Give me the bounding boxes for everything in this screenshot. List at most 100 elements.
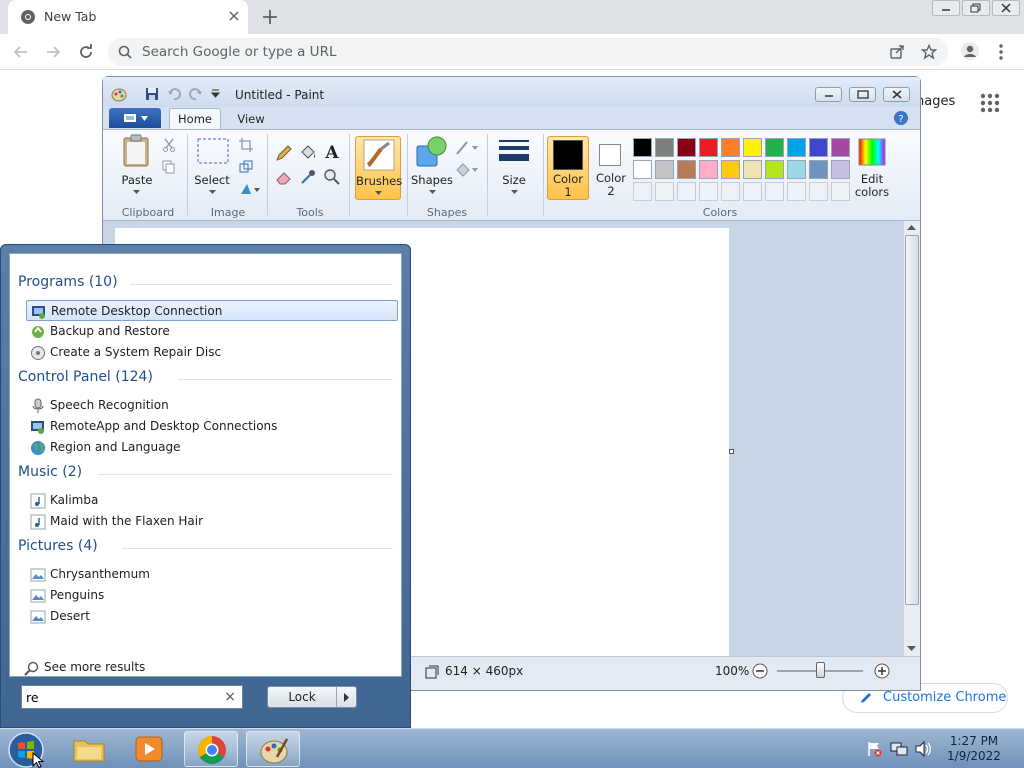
custom-color-slot[interactable] [677,182,696,201]
redo-icon[interactable] [189,87,203,101]
paint-close-icon[interactable] [883,87,910,102]
taskbar-clock[interactable]: 1:27 PM 1/9/2022 [944,734,1004,764]
palette-swatch[interactable] [765,138,784,157]
tab-close-icon[interactable] [226,8,242,24]
color2-button[interactable]: Color 2 [593,136,629,200]
minimize-icon[interactable] [932,0,960,16]
palette-swatch[interactable] [721,160,740,179]
color1-button[interactable]: Color 1 [547,136,589,200]
zoom-out-icon[interactable] [752,663,768,679]
magnifier-icon[interactable] [323,168,341,186]
palette-swatch[interactable] [677,160,696,179]
search-result-item[interactable]: RemoteApp and Desktop Connections [26,416,398,437]
fill-bucket-icon[interactable] [299,144,317,162]
share-icon[interactable] [889,44,905,60]
tab-home[interactable]: Home [169,108,221,129]
undo-icon[interactable] [167,87,181,101]
palette-swatch[interactable] [831,160,850,179]
result-category-heading[interactable]: Control Panel (124) [18,369,153,385]
palette-swatch[interactable] [677,138,696,157]
palette-swatch[interactable] [743,138,762,157]
palette-swatch[interactable] [633,138,652,157]
search-result-item[interactable]: Kalimba [26,490,398,511]
shapes-dropdown-icon[interactable] [429,190,436,194]
search-result-item[interactable]: Remote Desktop Connection [26,300,398,321]
custom-color-slot[interactable] [787,182,806,201]
select-icon[interactable] [197,138,229,164]
paste-icon[interactable] [121,134,151,168]
scroll-down-icon[interactable] [907,646,916,651]
result-category-heading[interactable]: Music (2) [18,464,82,480]
canvas-resize-handle[interactable] [729,449,734,454]
custom-color-slot[interactable] [633,182,652,201]
palette-swatch[interactable] [809,138,828,157]
shapes-button[interactable]: Shapes [409,173,455,187]
palette-swatch[interactable] [743,160,762,179]
custom-color-slot[interactable] [699,182,718,201]
tab-new-tab[interactable]: New Tab [8,0,248,34]
select-button[interactable]: Select [191,173,233,187]
search-result-item[interactable]: Create a System Repair Disc [26,342,398,363]
text-tool-icon[interactable]: A [323,142,341,162]
taskbar-paint-button[interactable] [246,731,300,767]
bookmark-star-icon[interactable] [921,44,937,60]
action-center-flag-icon[interactable] [866,741,882,757]
size-button[interactable]: Size [493,173,535,187]
custom-color-slot[interactable] [743,182,762,201]
taskbar-explorer-button[interactable] [62,731,116,767]
search-result-item[interactable]: Speech Recognition [26,395,398,416]
search-result-item[interactable]: Penguins [26,585,398,606]
custom-color-slot[interactable] [655,182,674,201]
close-icon[interactable] [992,0,1020,16]
palette-swatch[interactable] [633,160,652,179]
fill-icon[interactable] [455,162,479,178]
palette-swatch[interactable] [765,160,784,179]
crop-icon[interactable] [239,138,253,152]
omnibox[interactable]: Search Google or type a URL [108,38,948,66]
taskbar-media-player-button[interactable] [122,731,176,767]
paint-app-icon[interactable] [111,86,127,102]
new-tab-button[interactable] [260,7,280,27]
scroll-up-icon[interactable] [907,225,916,230]
google-apps-icon[interactable] [980,93,1000,113]
pencil-icon[interactable] [275,144,293,162]
palette-swatch[interactable] [787,160,806,179]
custom-color-slot[interactable] [809,182,828,201]
palette-swatch[interactable] [655,138,674,157]
network-icon[interactable] [890,741,908,757]
paint-minimize-icon[interactable] [815,87,842,102]
palette-swatch[interactable] [699,138,718,157]
search-result-item[interactable]: Chrysanthemum [26,564,398,585]
save-icon[interactable] [145,87,159,101]
lock-button[interactable]: Lock [267,686,357,708]
volume-icon[interactable] [914,741,932,757]
outline-icon[interactable] [455,140,479,156]
palette-swatch[interactable] [721,138,740,157]
search-result-item[interactable]: Desert [26,606,398,627]
copy-icon[interactable] [162,160,176,174]
paint-restore-icon[interactable] [849,87,876,102]
paste-dropdown-icon[interactable] [133,190,140,194]
back-arrow-icon[interactable] [12,43,30,61]
color-picker-icon[interactable] [299,168,317,186]
edit-colors-button[interactable]: Edit colors [851,173,893,199]
cut-icon[interactable] [162,138,176,152]
palette-swatch[interactable] [831,138,850,157]
custom-color-slot[interactable] [831,182,850,201]
zoom-in-icon[interactable] [874,663,890,679]
shapes-icon[interactable] [415,136,449,168]
profile-avatar-icon[interactable] [960,41,980,61]
result-category-heading[interactable]: Programs (10) [18,274,118,290]
select-dropdown-icon[interactable] [209,190,216,194]
custom-color-slot[interactable] [765,182,784,201]
quick-access-dropdown-icon[interactable] [211,89,220,98]
images-link[interactable]: nages [916,94,955,109]
search-result-item[interactable]: Backup and Restore [26,321,398,342]
custom-color-slot[interactable] [721,182,740,201]
result-category-heading[interactable]: Pictures (4) [18,538,98,554]
search-result-item[interactable]: Region and Language [26,437,398,458]
start-search-box[interactable]: × [21,685,243,709]
search-result-item[interactable]: Maid with the Flaxen Hair [26,511,398,532]
tab-view[interactable]: View [225,109,277,129]
vertical-scrollbar[interactable] [903,221,920,656]
